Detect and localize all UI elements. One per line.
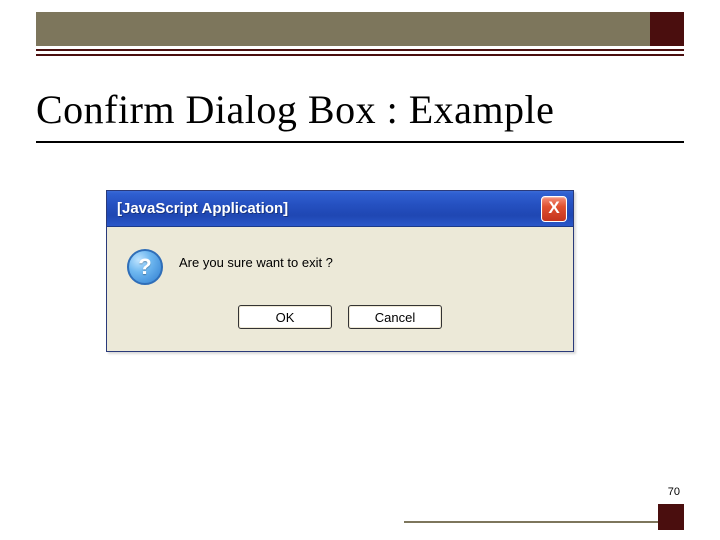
slide-header-line bbox=[36, 54, 684, 56]
slide-footer-square bbox=[658, 504, 684, 530]
dialog-title: [JavaScript Application] bbox=[117, 200, 288, 217]
page-title: Confirm Dialog Box : Example bbox=[36, 86, 684, 143]
close-button[interactable]: X bbox=[541, 196, 567, 222]
dialog-button-row: OK Cancel bbox=[107, 297, 573, 351]
dialog-body: ? Are you sure want to exit ? bbox=[107, 227, 573, 297]
question-glyph: ? bbox=[138, 254, 151, 280]
slide-header-accent bbox=[650, 12, 684, 46]
slide-header-line bbox=[36, 49, 684, 51]
slide-footer-line bbox=[404, 521, 684, 523]
slide-footer-accent bbox=[644, 490, 684, 530]
cancel-button[interactable]: Cancel bbox=[348, 305, 442, 329]
confirm-dialog: [JavaScript Application] X ? Are you sur… bbox=[106, 190, 574, 352]
dialog-titlebar: [JavaScript Application] X bbox=[107, 191, 573, 227]
dialog-message: Are you sure want to exit ? bbox=[179, 249, 333, 270]
slide-header-bar bbox=[36, 12, 684, 46]
question-icon: ? bbox=[127, 249, 163, 285]
ok-button[interactable]: OK bbox=[238, 305, 332, 329]
